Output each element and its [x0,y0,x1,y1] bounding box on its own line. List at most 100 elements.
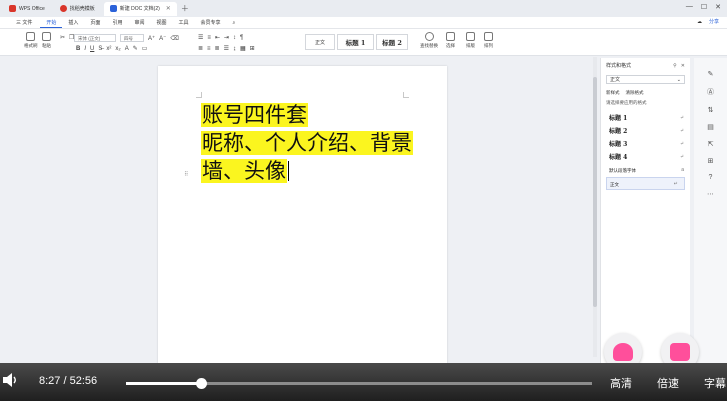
pin-icon[interactable]: ⚲ [673,63,677,69]
find-replace-button[interactable]: 查找替换 [420,32,438,49]
close-pane-icon[interactable]: ✕ [681,63,685,69]
style-item-heading2[interactable]: 标题 2 ↵ [601,125,690,138]
paragraph-mark-icon: ↵ [673,181,678,187]
sort-button[interactable]: 排版 [466,32,475,49]
bullet-list-icon[interactable]: ☰ [198,34,203,41]
maximize-icon[interactable]: ☐ [701,3,707,11]
current-style-select[interactable]: 正文 ⌄ [606,75,685,84]
show-marks-icon[interactable]: ¶ [240,35,243,41]
select-button[interactable]: 选择 [446,32,455,49]
font-row: 宋体 (正文) 四号 A⁺ A⁻ ⌫ [74,34,179,42]
paste-icon [42,32,51,41]
bold-icon[interactable]: B [76,46,80,52]
style-normal-button[interactable]: 正文 [305,34,335,50]
superscript-icon[interactable]: x² [106,46,111,52]
char-border-icon[interactable]: ▭ [142,45,148,52]
speed-button[interactable]: 倍速 [657,375,679,391]
cloud-icon[interactable]: ☁ [697,19,702,25]
strikethrough-icon[interactable]: S̶ [98,46,102,52]
tab-document[interactable]: 新建 DOC 文档(2) ✕ [103,1,177,16]
volume-icon[interactable] [2,372,18,388]
grow-font-icon[interactable]: A⁺ [148,35,155,42]
numbered-list-icon[interactable]: ≡ [207,35,211,41]
increase-indent-icon[interactable]: ⇥ [224,34,229,41]
decrease-indent-icon[interactable]: ⇤ [215,34,220,41]
sort-icon[interactable]: ↕ [233,35,236,41]
format-painter-button[interactable]: 格式刷 [24,32,38,49]
clear-format-button[interactable]: 清除格式 [626,90,644,96]
find-replace-label: 查找替换 [420,43,438,48]
share-icon[interactable]: ⇱ [708,140,714,148]
close-window-icon[interactable]: ✕ [715,3,721,11]
doc-line-1[interactable]: 账号四件套 [201,103,308,127]
line-spacing-icon[interactable]: ↨ [233,46,236,52]
doc-line-3[interactable]: 墙、头像 [201,159,287,183]
new-tab-icon[interactable]: ＋ [181,3,189,14]
menu-tools[interactable]: 工具 [172,18,194,28]
char-style-icon: a [681,167,684,173]
tab-template[interactable]: 找稻壳模板 [54,2,101,16]
file-menu[interactable]: 三 文件 [16,19,32,26]
align-right-icon[interactable]: ≣ [215,45,220,52]
shrink-font-icon[interactable]: A⁻ [159,35,166,42]
subscript-icon[interactable]: x₂ [115,46,120,52]
highlight-icon[interactable]: ✎ [133,45,138,52]
current-style-value: 正文 [610,77,621,83]
document-page[interactable]: 账号四件套 昵称、个人介绍、背景 墙、头像 [158,66,447,376]
menu-insert[interactable]: 插入 [62,18,84,28]
doc-line-2[interactable]: 昵称、个人介绍、背景 [201,131,413,155]
pen-icon[interactable]: ✎ [708,70,714,78]
font-name-select[interactable]: 宋体 (正文) [74,34,116,42]
menu-review[interactable]: 审阅 [128,18,150,28]
progress-knob[interactable] [195,378,207,389]
shading-icon[interactable]: ▦ [240,45,246,52]
italic-icon[interactable]: I [84,46,86,52]
new-style-button[interactable]: 新样式 [606,90,620,96]
style-heading1-button[interactable]: 标题 1 [337,34,374,50]
menu-page[interactable]: 页面 [84,18,106,28]
vertical-scrollbar[interactable] [593,57,597,357]
quality-button[interactable]: 高清 [610,375,632,391]
cut-icon[interactable]: ✂ [60,34,65,41]
progress-bar[interactable] [126,378,592,389]
time-separator: / [63,375,67,387]
style-heading2-button[interactable]: 标题 2 [376,34,408,50]
styles-icon[interactable]: Ⓐ [707,87,714,97]
menu-home[interactable]: 开始 [40,18,63,28]
font-color-icon[interactable]: A [125,46,129,52]
style-item-heading3[interactable]: 标题 3 ↵ [601,138,690,151]
scrollbar-thumb[interactable] [593,77,597,307]
subtitle-button[interactable]: 字幕 [704,375,726,391]
minimize-icon[interactable]: — [686,3,693,11]
tab-wps-office[interactable]: WPS Office [3,2,51,16]
underline-icon[interactable]: U [90,46,94,52]
font-size-select[interactable]: 四号 [120,34,144,42]
paste-button[interactable]: 粘贴 [42,32,51,49]
text-cursor [288,161,289,181]
chevron-down-icon: ⌄ [676,77,681,83]
table-icon[interactable]: ⊞ [708,157,714,165]
style-item-normal[interactable]: 正文 ↵ [606,177,685,190]
layout-icon[interactable]: ▤ [707,123,714,131]
style-item-default-font[interactable]: 默认段落字体 a [601,164,690,177]
clear-format-icon[interactable]: ⌫ [170,35,178,42]
style-item-heading4[interactable]: 标题 4 ↵ [601,151,690,164]
search-icon[interactable]: ⌕ [227,18,242,28]
borders-icon[interactable]: ⊞ [250,45,255,52]
paragraph-mark-icon: ↵ [679,141,684,147]
style-item-heading1[interactable]: 标题 1 ↵ [601,112,690,125]
share-button[interactable]: 分享 [709,18,719,25]
justify-icon[interactable]: ☰ [224,45,229,52]
arrange-button[interactable]: 排列 [484,32,493,49]
paragraph-icon[interactable]: ⇅ [708,106,714,114]
paragraph-handle-icon[interactable]: ⠿ [184,171,188,178]
menu-reference[interactable]: 引用 [106,18,128,28]
align-center-icon[interactable]: ≡ [207,46,211,52]
document-text[interactable]: 账号四件套 昵称、个人介绍、背景 墙、头像 [201,101,413,185]
help-icon[interactable]: ? [709,174,713,181]
close-tab-icon[interactable]: ✕ [166,5,171,12]
menu-vip[interactable]: 会员专享 [195,18,227,28]
menu-view[interactable]: 视图 [150,18,172,28]
align-left-icon[interactable]: ≣ [198,45,203,52]
more-icon[interactable]: ⋯ [707,190,714,198]
